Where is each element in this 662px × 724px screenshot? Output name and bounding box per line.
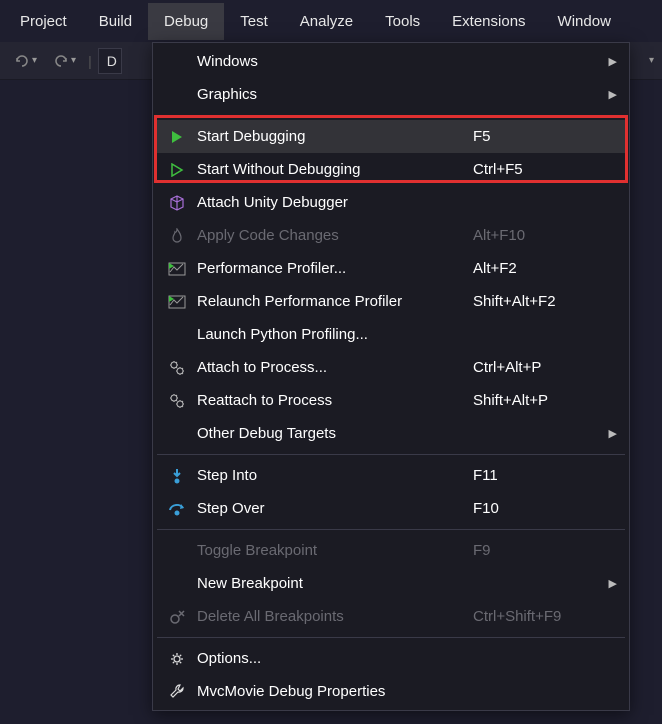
menu-item-start-without-debugging[interactable]: Start Without DebuggingCtrl+F5	[155, 153, 627, 186]
menu-item-delete-all-breakpoints: Delete All BreakpointsCtrl+Shift+F9	[155, 600, 627, 633]
menu-separator	[157, 115, 625, 116]
menubar-build[interactable]: Build	[83, 3, 148, 40]
menu-item-other-debug-targets[interactable]: Other Debug Targets ▶	[155, 417, 627, 450]
perf-green-icon	[165, 262, 189, 276]
menu-item-label: MvcMovie Debug Properties	[189, 683, 473, 700]
menu-item-graphics[interactable]: Graphics ▶	[155, 78, 627, 111]
menu-item-launch-python-profiling[interactable]: Launch Python Profiling...	[155, 318, 627, 351]
menu-item-shortcut: Shift+Alt+P	[473, 392, 603, 409]
chevron-down-icon: ▾	[71, 55, 76, 66]
wrench-icon	[165, 684, 189, 700]
menu-item-new-breakpoint[interactable]: New Breakpoint ▶	[155, 567, 627, 600]
chevron-down-icon[interactable]: ▾	[649, 55, 654, 66]
menu-item-label: Apply Code Changes	[189, 227, 473, 244]
menu-separator	[157, 637, 625, 638]
bp-delete-grey-icon	[165, 609, 189, 625]
cube-purple-icon	[165, 195, 189, 211]
menubar-test[interactable]: Test	[224, 3, 284, 40]
menu-item-shortcut: F5	[473, 128, 603, 145]
toolbar-separator: |	[88, 53, 92, 69]
menu-item-performance-profiler[interactable]: Performance Profiler...Alt+F2	[155, 252, 627, 285]
menu-item-attach-unity-debugger[interactable]: Attach Unity Debugger	[155, 186, 627, 219]
submenu-arrow-icon: ▶	[603, 55, 617, 68]
redo-button[interactable]: ▾	[47, 49, 82, 73]
menu-item-label: Step Into	[189, 467, 473, 484]
submenu-arrow-icon: ▶	[603, 427, 617, 440]
menubar-debug[interactable]: Debug	[148, 3, 224, 40]
play-green-fill-icon	[165, 130, 189, 144]
config-dropdown[interactable]: D	[98, 48, 122, 74]
menubar-window[interactable]: Window	[542, 3, 627, 40]
step-over-icon	[165, 502, 189, 516]
menu-item-attach-to-process[interactable]: Attach to Process...Ctrl+Alt+P	[155, 351, 627, 384]
menu-item-reattach-to-process[interactable]: Reattach to ProcessShift+Alt+P	[155, 384, 627, 417]
menu-item-apply-code-changes: Apply Code ChangesAlt+F10	[155, 219, 627, 252]
menu-item-label: Start Without Debugging	[189, 161, 473, 178]
menu-item-toggle-breakpoint: Toggle BreakpointF9	[155, 534, 627, 567]
menu-item-label: Attach Unity Debugger	[189, 194, 473, 211]
menu-separator	[157, 454, 625, 455]
menu-item-label: Step Over	[189, 500, 473, 517]
menu-item-label: Delete All Breakpoints	[189, 608, 473, 625]
chevron-down-icon: ▾	[32, 55, 37, 66]
menu-item-shortcut: F11	[473, 467, 603, 484]
menu-item-label: Relaunch Performance Profiler	[189, 293, 473, 310]
menu-item-label: Launch Python Profiling...	[189, 326, 473, 343]
menu-item-label: Windows	[189, 53, 473, 70]
menu-item-label: Other Debug Targets	[189, 425, 473, 442]
flame-grey-icon	[165, 228, 189, 244]
menu-item-shortcut: Ctrl+Shift+F9	[473, 608, 603, 625]
submenu-arrow-icon: ▶	[603, 577, 617, 590]
debug-menu: Windows▶Graphics▶Start DebuggingF5Start …	[152, 42, 630, 711]
menu-item-options[interactable]: Options...	[155, 642, 627, 675]
menu-item-label: Options...	[189, 650, 473, 667]
menubar-extensions[interactable]: Extensions	[436, 3, 541, 40]
menubar: Project Build Debug Test Analyze Tools E…	[0, 0, 662, 42]
menu-item-label: Reattach to Process	[189, 392, 473, 409]
menu-item-label: Toggle Breakpoint	[189, 542, 473, 559]
menu-item-step-into[interactable]: Step IntoF11	[155, 459, 627, 492]
menubar-project[interactable]: Project	[4, 3, 83, 40]
menu-item-label: New Breakpoint	[189, 575, 473, 592]
step-into-icon	[165, 468, 189, 484]
menu-item-start-debugging[interactable]: Start DebuggingF5	[155, 120, 627, 153]
config-label: D	[107, 53, 117, 69]
menu-item-label: Graphics	[189, 86, 473, 103]
menu-item-windows[interactable]: Windows ▶	[155, 45, 627, 78]
menu-item-relaunch-performance-profiler[interactable]: Relaunch Performance ProfilerShift+Alt+F…	[155, 285, 627, 318]
menu-item-label: Start Debugging	[189, 128, 473, 145]
menu-separator	[157, 529, 625, 530]
menubar-analyze[interactable]: Analyze	[284, 3, 369, 40]
undo-button[interactable]: ▾	[8, 49, 43, 73]
submenu-arrow-icon: ▶	[603, 88, 617, 101]
menu-item-shortcut: F9	[473, 542, 603, 559]
gear-grey-icon	[165, 360, 189, 376]
play-green-outline-icon	[165, 163, 189, 177]
menu-item-mvcmovie-debug-properties[interactable]: MvcMovie Debug Properties	[155, 675, 627, 708]
menu-item-shortcut: Ctrl+Alt+P	[473, 359, 603, 376]
menu-item-shortcut: Alt+F10	[473, 227, 603, 244]
menu-item-shortcut: Shift+Alt+F2	[473, 293, 603, 310]
menu-item-label: Performance Profiler...	[189, 260, 473, 277]
menu-item-step-over[interactable]: Step OverF10	[155, 492, 627, 525]
menu-item-shortcut: F10	[473, 500, 603, 517]
menubar-tools[interactable]: Tools	[369, 3, 436, 40]
options-gear-icon	[165, 651, 189, 667]
menu-item-shortcut: Alt+F2	[473, 260, 603, 277]
perf-green-icon	[165, 295, 189, 309]
menu-item-label: Attach to Process...	[189, 359, 473, 376]
gear-grey-icon	[165, 393, 189, 409]
menu-item-shortcut: Ctrl+F5	[473, 161, 603, 178]
